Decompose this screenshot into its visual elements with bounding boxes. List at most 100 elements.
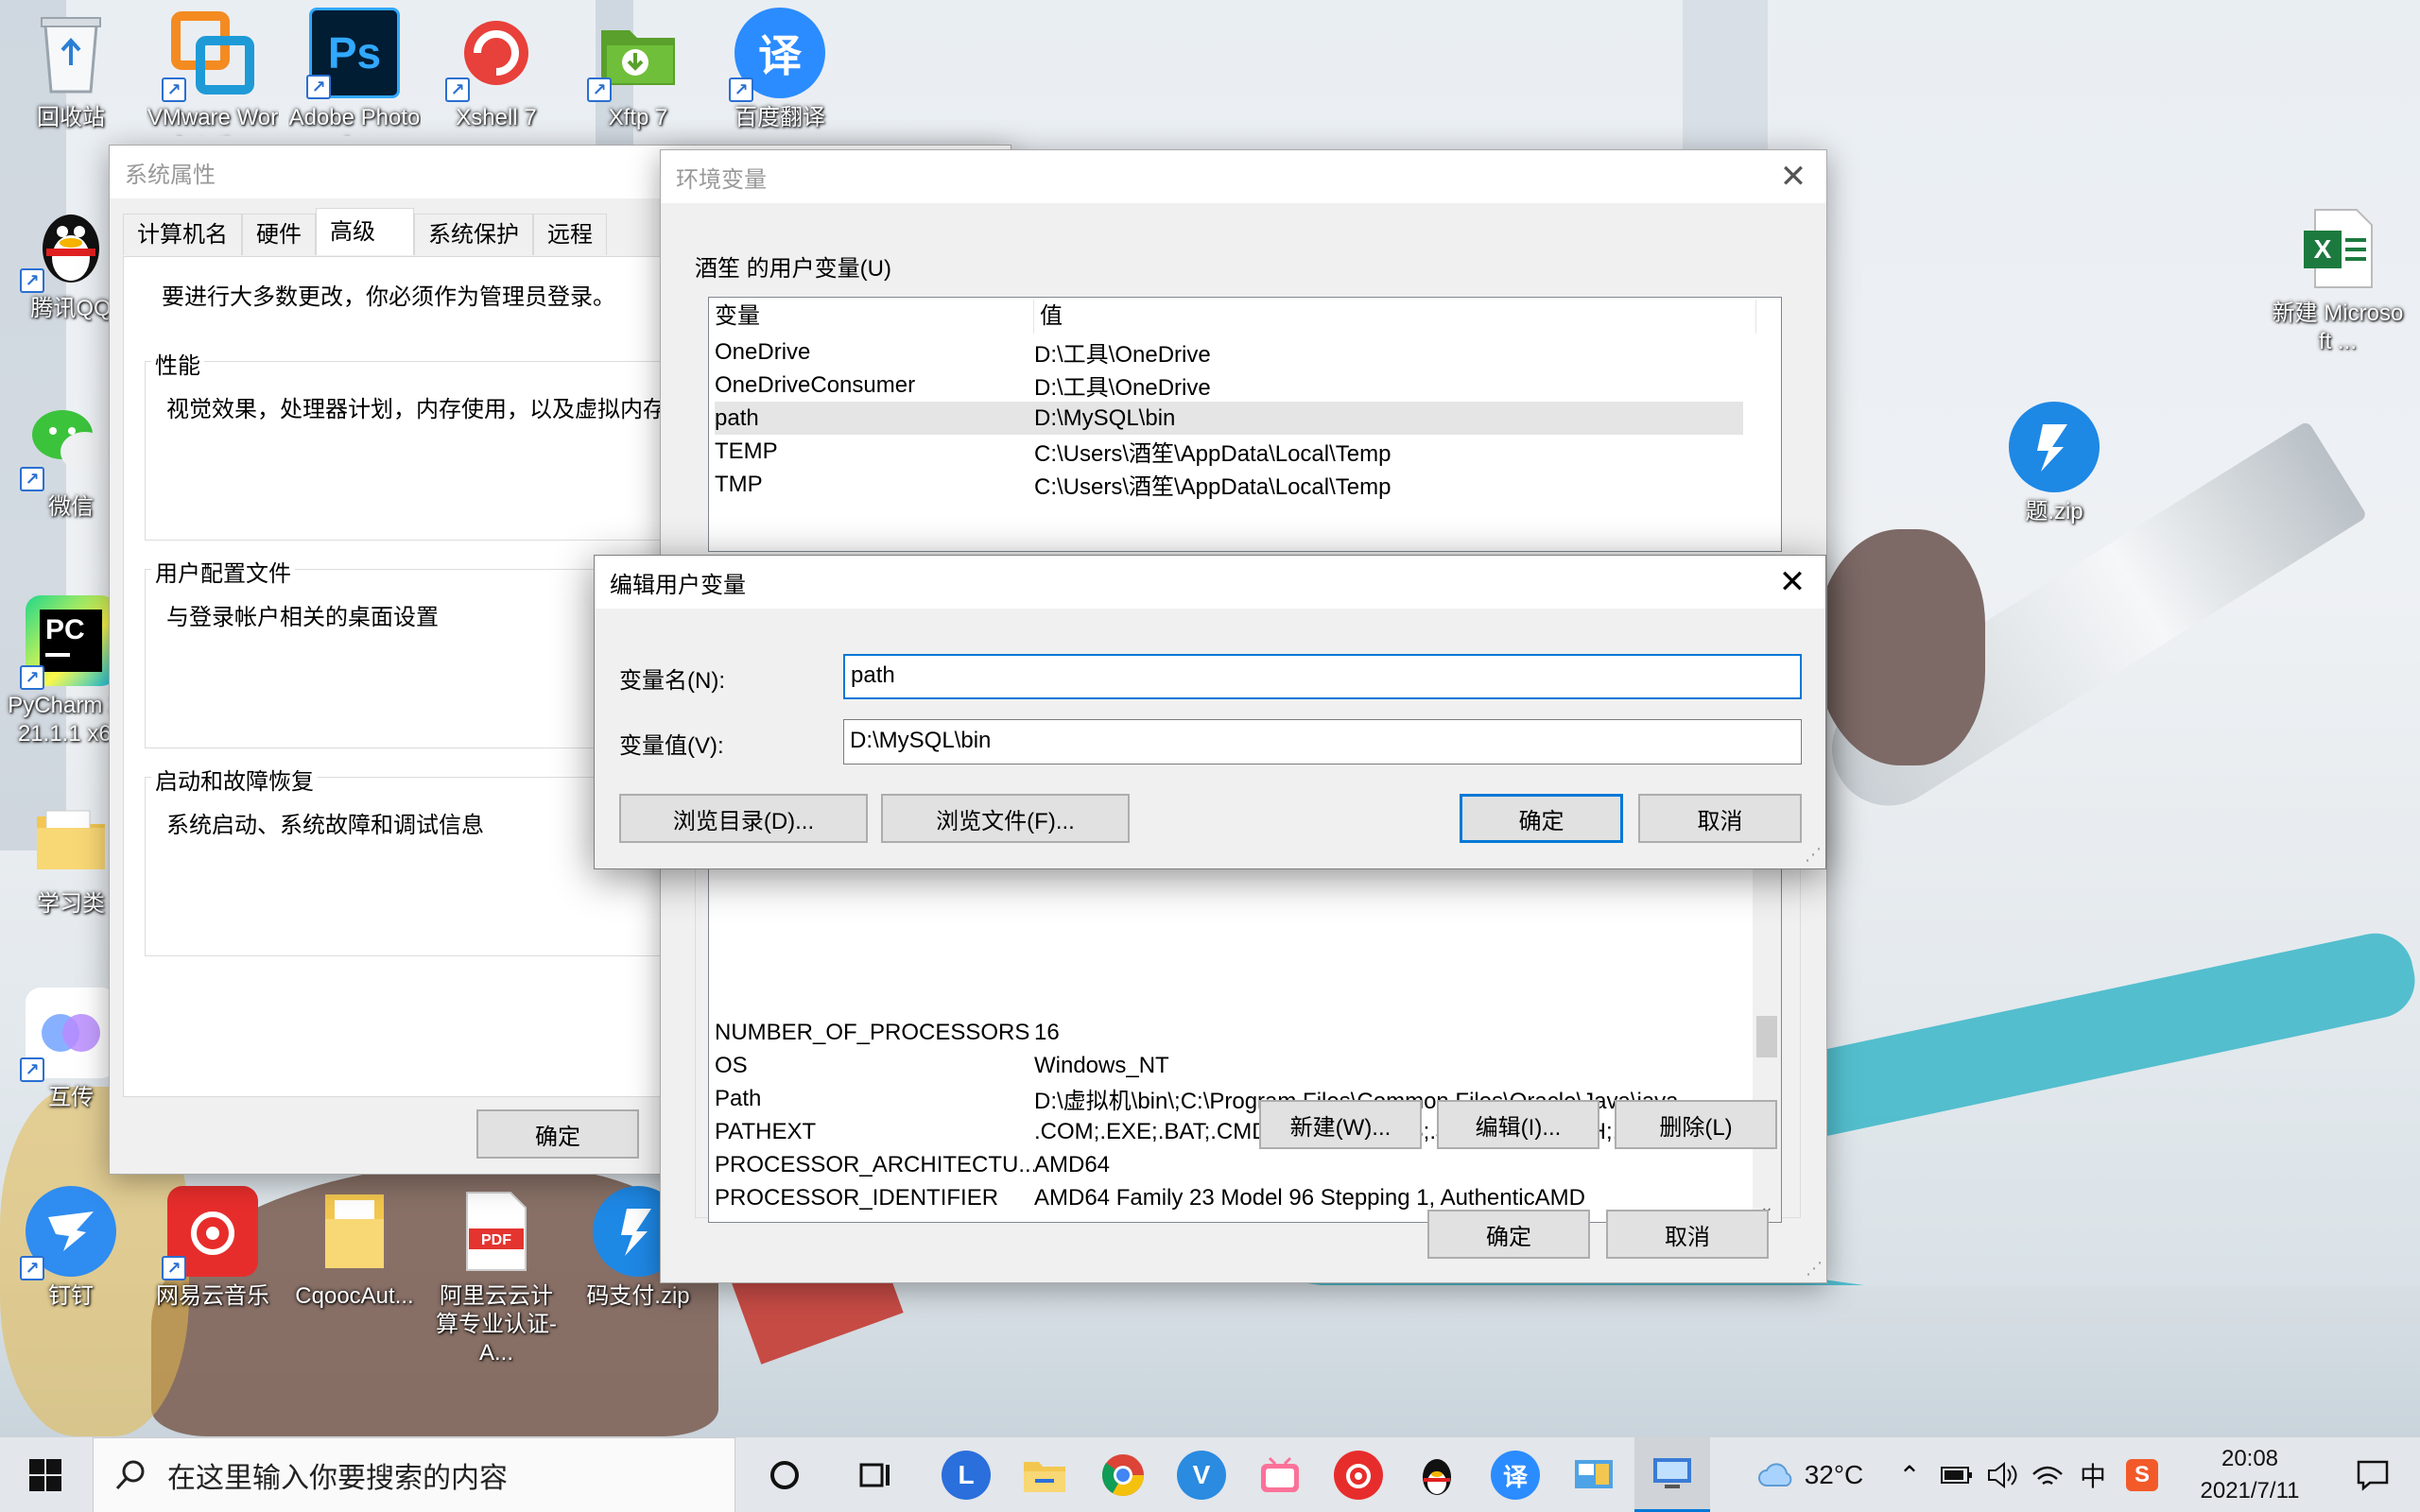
edit-dialog-titlebar[interactable]: 编辑用户变量 <box>595 556 1825 609</box>
tray-overflow-chevron-icon[interactable]: ⌃ <box>1891 1437 1928 1512</box>
cortana-button[interactable] <box>747 1437 822 1512</box>
ok-button[interactable]: 确定 <box>1427 1210 1590 1259</box>
table-row[interactable]: NUMBER_OF_PROCESSORS 16 <box>715 1016 1743 1049</box>
user-vars-list[interactable]: 变量 值 OneDrive D:\工具\OneDrive OneDriveCons… <box>708 297 1782 552</box>
desktop-icon-label: 题.zip <box>2025 499 2083 524</box>
new-variable-button[interactable]: 新建(W)... <box>1259 1100 1422 1149</box>
wifi-icon[interactable] <box>2027 1437 2068 1512</box>
scrollbar-thumb[interactable] <box>1756 1016 1777 1057</box>
taskbar-app-chrome[interactable] <box>1085 1437 1161 1512</box>
desktop-icon-photoshop[interactable]: Ps ↗ Adobe Photosh... <box>288 8 421 136</box>
notification-icon <box>2357 1460 2389 1491</box>
browse-directory-button[interactable]: 浏览目录(D)... <box>619 794 868 843</box>
taskbar-app-bilibili[interactable] <box>1242 1437 1318 1512</box>
ime-indicator[interactable]: 中 <box>2072 1437 2114 1512</box>
desktop-icon-vmware[interactable]: ↗ VMware Workstati... <box>147 8 279 136</box>
desktop-icon-label: Adobe Photosh... <box>288 105 421 136</box>
resize-grip-icon[interactable]: ⋰ <box>1805 845 1822 865</box>
row-variable-name: OS <box>715 1052 748 1078</box>
column-header-variable[interactable]: 变量 <box>709 300 1034 334</box>
close-icon: ✕ <box>1778 564 1806 600</box>
env-vars-titlebar[interactable]: 环境变量 <box>661 150 1826 203</box>
tab-remote[interactable]: 远程 <box>533 214 607 255</box>
taskbar-app-vmware[interactable]: V <box>1164 1437 1239 1512</box>
desktop-icon-dingtalk[interactable]: ↗ 钉钉 <box>5 1186 137 1311</box>
column-header-value[interactable]: 值 <box>1034 300 1756 334</box>
tab-computer-name[interactable]: 计算机名 <box>123 214 242 255</box>
task-view-icon <box>859 1463 890 1487</box>
speaker-volume-icon[interactable] <box>1981 1437 2023 1512</box>
taskbar-app-system-properties-active[interactable] <box>1634 1437 1710 1512</box>
row-variable-value: C:\Users\酒笙\AppData\Local\Temp <box>1034 474 1392 500</box>
v-app-icon: V <box>1177 1451 1226 1500</box>
taskbar-app-netease-music[interactable] <box>1321 1437 1396 1512</box>
table-row[interactable]: OneDriveConsumer D:\工具\OneDrive <box>715 369 1743 402</box>
desktop-icon-cqooc[interactable]: CqoocAut... <box>288 1186 421 1311</box>
row-variable-value: AMD64 Family 23 Model 96 Stepping 1, Aut… <box>1034 1184 1585 1211</box>
clock[interactable]: 20:08 2021/7/11 <box>2174 1437 2325 1512</box>
pycharm-icon: PC ↗ <box>20 595 116 690</box>
taskbar-app-qq[interactable] <box>1399 1437 1475 1512</box>
ok-button[interactable]: 确定 <box>1460 794 1623 843</box>
shortcut-arrow-icon: ↗ <box>162 77 186 102</box>
group-title: 用户配置文件 <box>151 555 295 588</box>
desktop-icon-label: 阿里云云计算专业认证-A... <box>436 1283 557 1366</box>
row-variable-name: path <box>715 404 759 431</box>
taskbar-app-file-explorer[interactable] <box>1007 1437 1082 1512</box>
table-row-selected[interactable]: path D:\MySQL\bin <box>715 402 1743 435</box>
hutran-icon: ↗ <box>20 988 116 1082</box>
folder-icon <box>26 794 116 885</box>
start-button[interactable] <box>0 1437 91 1512</box>
row-variable-value: D:\工具\OneDrive <box>1034 342 1211 368</box>
desktop-icon-excel-new[interactable]: X 新建 Microsoft ... <box>2272 203 2404 356</box>
desktop-icon-netease-music[interactable]: ↗ 网易云音乐 <box>147 1186 279 1311</box>
tab-system-protection[interactable]: 系统保护 <box>414 214 533 255</box>
desktop-icon-ti-zip[interactable]: 题.zip <box>1988 402 2120 526</box>
row-variable-value: C:\Users\酒笙\AppData\Local\Temp <box>1034 441 1392 467</box>
wallpaper-ribbon <box>1775 926 2420 1143</box>
ok-button[interactable]: 确定 <box>476 1109 639 1159</box>
table-row[interactable]: OS Windows_NT <box>715 1049 1743 1082</box>
sogou-ime-icon[interactable]: S <box>2118 1437 2167 1512</box>
cancel-button[interactable]: 取消 <box>1638 794 1802 843</box>
weather-temperature: 32°C <box>1804 1460 1864 1489</box>
table-row[interactable]: PROCESSOR_ARCHITECTU... AMD64 <box>715 1148 1743 1181</box>
table-row[interactable]: TMP C:\Users\酒笙\AppData\Local\Temp <box>715 468 1743 501</box>
close-button[interactable]: ✕ <box>1760 150 1826 203</box>
control-panel-icon <box>1575 1460 1613 1488</box>
desktop-icon-aliyun-pdf[interactable]: PDF 阿里云云计算专业认证-A... <box>430 1186 562 1367</box>
user-vars-group-title: 酒笙 的用户变量(U) <box>695 256 891 282</box>
desktop-icon-recycle-bin[interactable]: 回收站 <box>5 8 137 132</box>
taskbar-app-baidu-translate[interactable]: 译 <box>1478 1437 1553 1512</box>
admin-note: 要进行大多数更改，你必须作为管理员登录。 <box>162 284 615 310</box>
battery-icon[interactable] <box>1936 1437 1978 1512</box>
desktop-icon-label: VMware Workstati... <box>147 105 279 136</box>
weather-widget[interactable]: 32°C <box>1754 1437 1867 1512</box>
cancel-button[interactable]: 取消 <box>1606 1210 1769 1259</box>
variable-value-input[interactable]: D:\MySQL\bin <box>843 719 1802 765</box>
desktop-icon-label: 码支付.zip <box>586 1283 690 1309</box>
tab-advanced[interactable]: 高级 <box>316 208 414 255</box>
group-title: 性能 <box>151 347 204 380</box>
action-center-button[interactable] <box>2335 1437 2411 1512</box>
qq-penguin-icon: ↗ <box>20 198 116 293</box>
desktop-icon-xftp[interactable]: ↗ Xftp 7 <box>572 8 704 132</box>
baidu-translate-icon: 译 <box>1491 1451 1540 1500</box>
taskbar-app-control-panel[interactable] <box>1556 1437 1632 1512</box>
resize-grip-icon[interactable]: ⋰ <box>1806 1259 1823 1279</box>
delete-variable-button[interactable]: 删除(L) <box>1615 1100 1777 1149</box>
table-row[interactable]: OneDrive D:\工具\OneDrive <box>715 335 1743 369</box>
browse-file-button[interactable]: 浏览文件(F)... <box>881 794 1130 843</box>
variable-name-input[interactable]: path <box>843 654 1802 699</box>
table-row[interactable]: TEMP C:\Users\酒笙\AppData\Local\Temp <box>715 435 1743 468</box>
desktop-icon-label: 新建 Microsoft ... <box>2272 301 2404 354</box>
close-button[interactable]: ✕ <box>1759 556 1825 609</box>
task-view-button[interactable] <box>837 1437 912 1512</box>
taskbar-search-box[interactable]: 在这里输入你要搜索的内容 <box>93 1437 735 1512</box>
tab-hardware[interactable]: 硬件 <box>242 214 316 255</box>
shortcut-arrow-icon: ↗ <box>20 467 44 491</box>
desktop-icon-baidu-translate[interactable]: 译 ↗ 百度翻译 <box>714 8 846 132</box>
edit-variable-button[interactable]: 编辑(I)... <box>1437 1100 1599 1149</box>
taskbar-app-lenovo[interactable]: L <box>928 1437 1004 1512</box>
desktop-icon-xshell[interactable]: ↗ Xshell 7 <box>430 8 562 132</box>
